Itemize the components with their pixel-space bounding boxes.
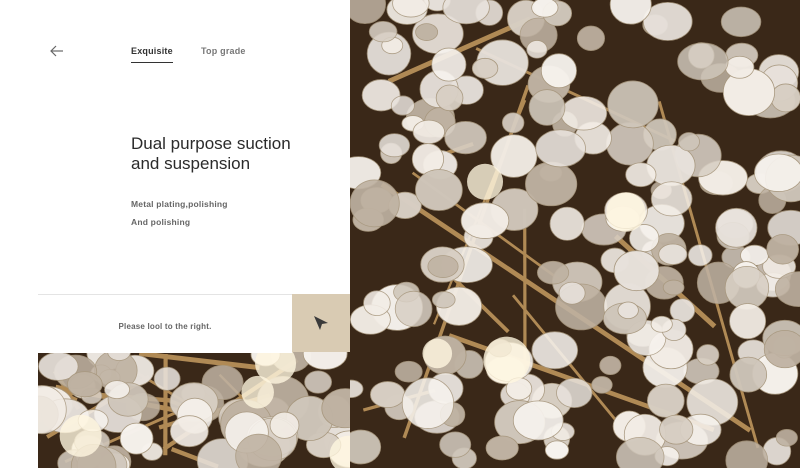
next-button[interactable] — [292, 294, 350, 352]
tab-exquisite[interactable]: Exquisite — [131, 46, 173, 63]
cursor-pointer-icon — [314, 316, 328, 330]
tab-top-grade[interactable]: Top grade — [201, 46, 246, 56]
arrow-left-icon — [50, 45, 63, 57]
chandelier-photo-lower — [38, 352, 350, 468]
hint-bar: Please lool to the right. — [38, 294, 292, 353]
info-panel: Exquisite Top grade Dual purpose suction… — [0, 0, 350, 294]
page-title: Dual purpose suction and suspension — [131, 134, 331, 174]
chandelier-photo — [350, 0, 800, 468]
title-line-1: Dual purpose suction — [131, 134, 291, 153]
back-button[interactable] — [48, 43, 66, 59]
hint-text: Please lool to the right. — [118, 321, 212, 331]
title-line-2: and suspension — [131, 154, 251, 173]
feature-text-1: Metal plating,polishing — [131, 199, 228, 209]
feature-text-2: And polishing — [131, 217, 191, 227]
